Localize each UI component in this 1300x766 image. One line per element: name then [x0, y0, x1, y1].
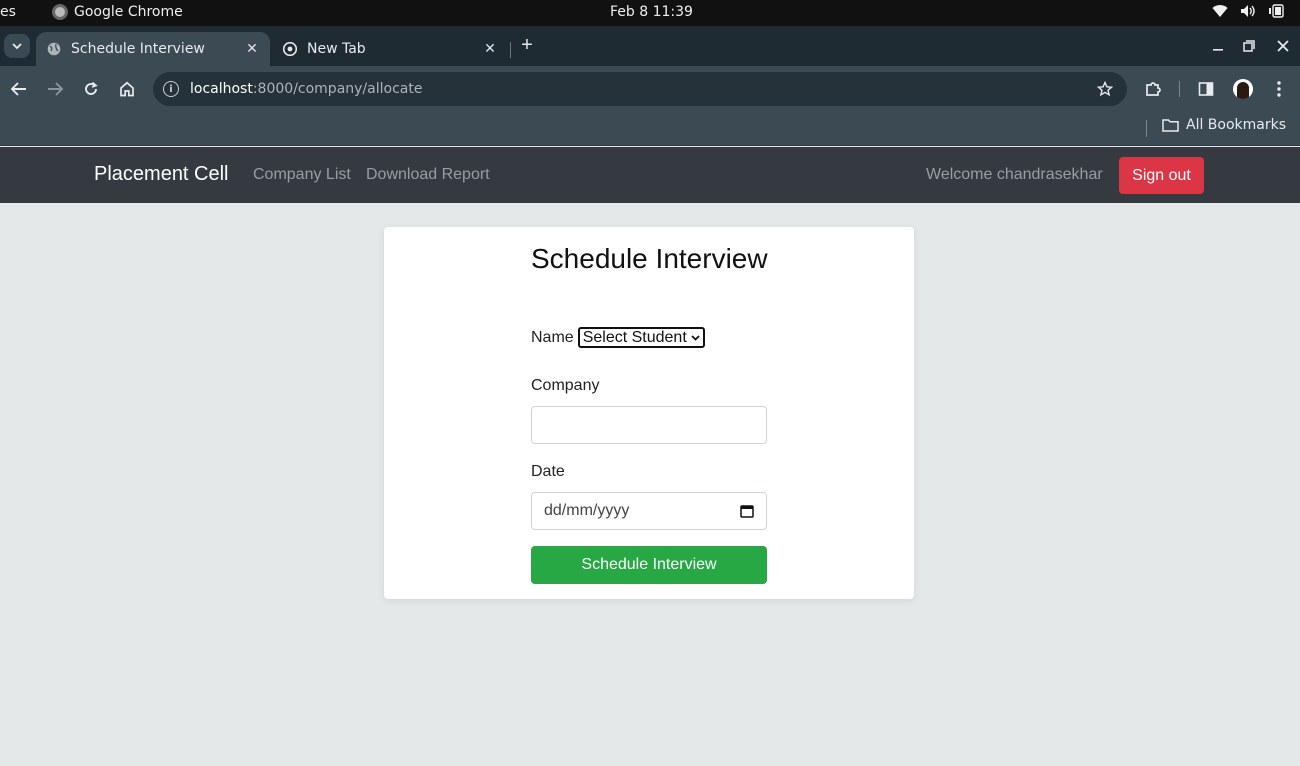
- app-menu[interactable]: Google Chrome: [52, 4, 183, 20]
- welcome-text: Welcome chandrasekhar: [926, 166, 1103, 183]
- new-tab-button[interactable]: +: [516, 34, 538, 56]
- url-host: localhost: [190, 81, 253, 97]
- sign-out-button[interactable]: Sign out: [1119, 157, 1204, 194]
- wifi-icon: [1212, 5, 1228, 18]
- avatar: [1233, 79, 1253, 99]
- tab-schedule-interview[interactable]: Schedule Interview ✕: [36, 32, 270, 66]
- restore-icon: [1243, 40, 1255, 52]
- arrow-left-icon: [11, 82, 26, 96]
- close-icon: [1277, 40, 1289, 52]
- globe-icon: [46, 41, 62, 57]
- os-top-bar: es Google Chrome Feb 8 11:39: [0, 0, 1300, 26]
- date-label: Date: [531, 463, 565, 480]
- volume-icon: [1241, 5, 1255, 17]
- arrow-right-icon: [48, 82, 63, 96]
- clock[interactable]: Feb 8 11:39: [610, 4, 693, 20]
- address-bar[interactable]: i localhost:8000/company/allocate: [153, 72, 1127, 106]
- activities-button[interactable]: es: [0, 4, 16, 20]
- calendar-icon[interactable]: [740, 504, 754, 518]
- home-button[interactable]: [113, 75, 141, 103]
- side-panel-button[interactable]: [1192, 75, 1220, 103]
- app-navbar: Placement Cell Company List Download Rep…: [0, 147, 1300, 203]
- brand-link[interactable]: Placement Cell: [94, 163, 229, 186]
- minimize-button[interactable]: [1203, 32, 1233, 60]
- side-panel-icon: [1198, 82, 1214, 96]
- chevron-down-icon: [691, 334, 700, 341]
- bookmarks-bar: All Bookmarks: [0, 112, 1300, 146]
- date-placeholder: dd/mm/yyyy: [544, 502, 630, 519]
- bookmarks-separator: [1146, 120, 1147, 137]
- tab-title: New Tab: [307, 41, 366, 57]
- back-button[interactable]: [5, 75, 33, 103]
- reload-button[interactable]: [77, 75, 105, 103]
- battery-icon: [1269, 4, 1284, 18]
- name-label: Name: [531, 328, 574, 346]
- close-window-button[interactable]: [1268, 32, 1298, 60]
- site-info-icon[interactable]: i: [163, 81, 179, 97]
- page-title: Schedule Interview: [531, 243, 768, 274]
- folder-icon: [1162, 119, 1179, 132]
- tab-separator: [510, 42, 511, 58]
- student-select-value: Select Student: [582, 328, 687, 346]
- minimize-icon: [1213, 49, 1223, 51]
- browser-toolbar: i localhost:8000/company/allocate: [0, 66, 1300, 112]
- name-row: Name Select Student: [531, 327, 705, 348]
- app-name: Google Chrome: [74, 4, 183, 20]
- schedule-interview-card: Schedule Interview Name Select Student C…: [384, 227, 914, 599]
- system-tray[interactable]: [1212, 4, 1286, 18]
- close-icon[interactable]: ✕: [480, 39, 500, 59]
- tab-title: Schedule Interview: [71, 41, 205, 57]
- all-bookmarks-label: All Bookmarks: [1186, 117, 1287, 133]
- menu-button[interactable]: [1265, 75, 1293, 103]
- date-input[interactable]: dd/mm/yyyy: [531, 492, 767, 530]
- puzzle-icon: [1146, 82, 1161, 96]
- bookmark-star-icon[interactable]: [1097, 81, 1113, 97]
- more-vertical-icon: [1277, 81, 1281, 97]
- reload-icon: [85, 81, 98, 95]
- url-path: :8000/company/allocate: [252, 81, 423, 97]
- nav-link-download-report[interactable]: Download Report: [366, 166, 490, 184]
- tab-new-tab[interactable]: New Tab ✕: [272, 32, 508, 66]
- company-label: Company: [531, 377, 600, 394]
- forward-button[interactable]: [41, 75, 69, 103]
- chrome-icon: [282, 41, 298, 57]
- toolbar-separator: [1179, 81, 1180, 97]
- restore-button[interactable]: [1234, 32, 1264, 60]
- home-icon: [120, 81, 134, 97]
- company-input[interactable]: [531, 406, 767, 444]
- chevron-down-icon: [12, 42, 22, 49]
- schedule-interview-button[interactable]: Schedule Interview: [531, 546, 767, 584]
- all-bookmarks-button[interactable]: All Bookmarks: [1162, 117, 1286, 133]
- url-text[interactable]: localhost:8000/company/allocate: [190, 81, 1097, 97]
- chrome-icon: [52, 4, 68, 20]
- student-select[interactable]: Select Student: [577, 327, 705, 348]
- extensions-button[interactable]: [1139, 75, 1167, 103]
- tab-strip: Schedule Interview ✕ New Tab ✕ +: [0, 26, 1300, 66]
- close-icon[interactable]: ✕: [242, 39, 262, 59]
- nav-link-company-list[interactable]: Company List: [253, 166, 351, 184]
- tab-search-button[interactable]: [4, 34, 30, 58]
- profile-button[interactable]: [1229, 75, 1257, 103]
